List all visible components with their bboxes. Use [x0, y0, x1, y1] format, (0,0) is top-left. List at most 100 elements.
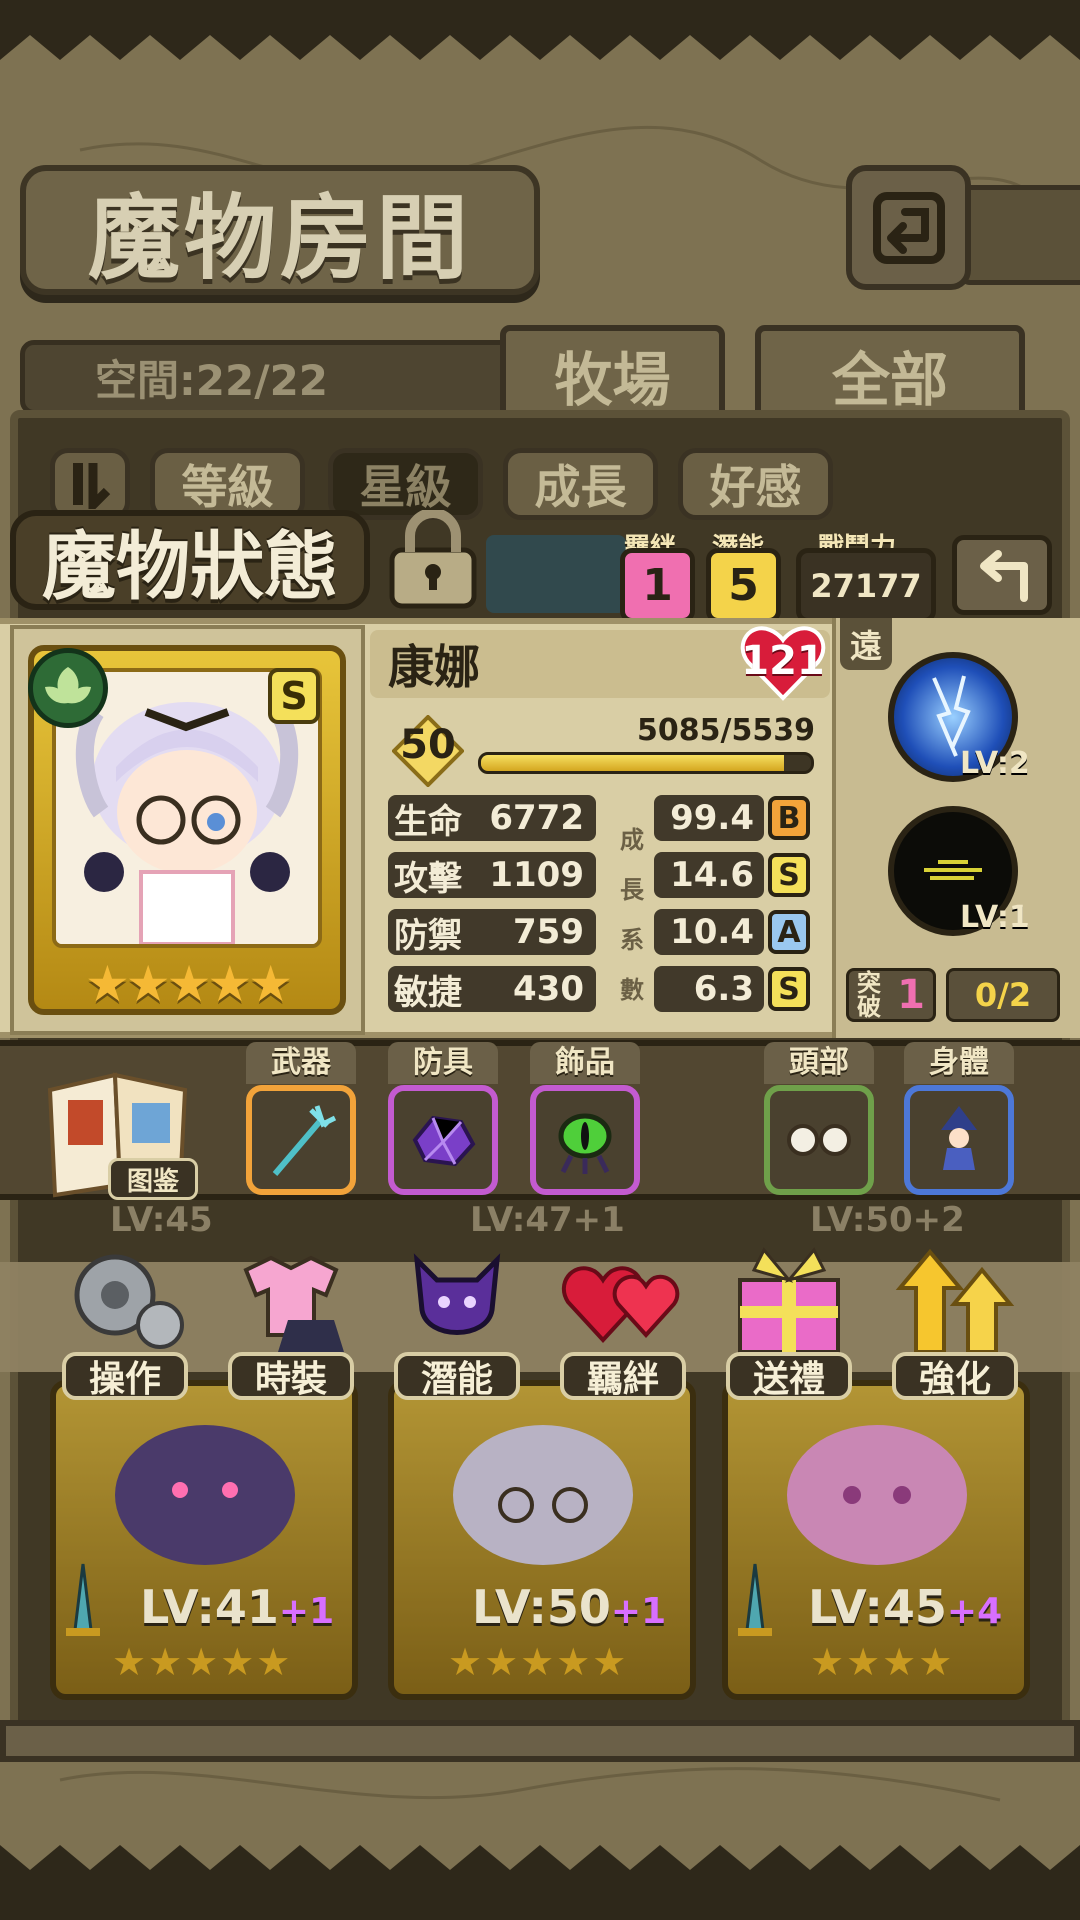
encyclopedia-label[interactable]: 图鉴	[108, 1158, 198, 1200]
growth-defense: 10.4	[654, 909, 764, 955]
equip-accessory-label: 飾品	[530, 1042, 640, 1084]
stat-value: 430	[513, 969, 584, 1009]
exp-bar-fill	[481, 755, 784, 771]
card-level-plus: +1	[278, 1591, 335, 1632]
return-arrow-icon	[872, 191, 945, 264]
gift-icon	[738, 1247, 840, 1354]
affection-value: 121	[741, 638, 825, 684]
break-value: 1	[897, 972, 925, 1018]
bond-badge[interactable]: 1	[620, 548, 695, 623]
filter-growth[interactable]: 成長	[503, 448, 658, 520]
monster-status-label: 魔物狀態	[42, 523, 338, 610]
rank-badge: S	[268, 668, 320, 724]
close-status-button[interactable]	[952, 535, 1052, 615]
card-level-text: LV:45	[808, 1580, 947, 1634]
equip-slot-accessory[interactable]	[530, 1085, 640, 1195]
card-3-stars: ★★★★	[810, 1640, 955, 1684]
growth-hp: 99.4	[654, 795, 764, 841]
equip-slot-body[interactable]	[904, 1085, 1014, 1195]
action-bond-label: 羈絆	[560, 1352, 686, 1400]
card-1-level: LV:41+1	[140, 1580, 334, 1634]
break-label-top: 突	[857, 969, 882, 997]
panel-bottom-rail	[0, 1720, 1080, 1762]
kanna-portrait-icon	[453, 1425, 633, 1565]
grade-badge-agility: S	[768, 967, 810, 1011]
action-enhance[interactable]: 強化	[890, 1240, 1020, 1400]
equip-slot-armor[interactable]	[388, 1085, 498, 1195]
demon-portrait-icon	[115, 1425, 295, 1565]
action-operate-label: 操作	[62, 1352, 188, 1400]
growth-caption-3: 系	[620, 926, 644, 954]
skill-1-level: LV:2	[960, 746, 1030, 781]
stat-label: 防禦	[394, 915, 462, 956]
action-operate[interactable]: 操作	[60, 1240, 190, 1400]
return-arrow-icon	[980, 550, 1028, 602]
potential-badge[interactable]: 5	[706, 548, 781, 623]
hearts-icon	[561, 1266, 680, 1343]
power-value: 27177	[796, 548, 936, 623]
growth-caption-2: 長	[620, 876, 644, 904]
action-enhance-label: 強化	[892, 1352, 1018, 1400]
stat-label: 敏捷	[394, 972, 462, 1013]
action-gift[interactable]: 送禮	[724, 1240, 854, 1400]
grade-badge-attack: S	[768, 853, 810, 897]
equip-armor-label: 防具	[388, 1042, 498, 1084]
upgrade-arrows-icon	[895, 1248, 1015, 1354]
demon-icon	[413, 1253, 501, 1335]
action-fashion[interactable]: 時裝	[226, 1240, 356, 1400]
stat-value: 1109	[489, 855, 584, 895]
card-level-text: LV:41	[140, 1580, 279, 1634]
outfit-icon	[243, 1255, 344, 1352]
action-gift-label: 送禮	[726, 1352, 852, 1400]
action-potential[interactable]: 潛能	[392, 1240, 522, 1400]
break-through-box[interactable]: 突 破 1	[846, 968, 936, 1022]
sword-icon	[738, 1563, 772, 1636]
equip-slot-head[interactable]	[764, 1085, 874, 1195]
monster-banner-art	[486, 535, 626, 613]
equip-body-label: 身體	[904, 1042, 1014, 1084]
stat-label: 生命	[394, 801, 462, 842]
stat-attack: 攻擊 1109	[388, 852, 596, 899]
break-label-bottom: 破	[857, 993, 882, 1021]
sword-icon	[66, 1563, 100, 1636]
card-3-level: LV:45+4	[808, 1580, 1002, 1634]
page-title: 魔物房間	[87, 183, 472, 292]
page-title-plate: 魔物房間	[20, 165, 540, 295]
grade-badge-defense: A	[768, 910, 810, 954]
break-progress: 0/2	[946, 968, 1060, 1022]
growth-caption-1: 成	[620, 826, 644, 854]
card-level-plus: +1	[610, 1591, 667, 1632]
back-button[interactable]	[846, 165, 971, 290]
growth-agility: 6.3	[654, 966, 764, 1012]
equip-weapon-label: 武器	[246, 1042, 356, 1084]
stat-defense: 防禦 759	[388, 909, 596, 956]
exp-text: 5085/5539	[637, 713, 815, 748]
action-bond[interactable]: 羈絆	[558, 1240, 688, 1400]
star-rating: ★★★★★	[84, 955, 293, 1013]
stat-hp: 生命 6772	[388, 795, 596, 842]
trident-icon	[272, 1105, 337, 1176]
card-2-stars: ★★★★★	[448, 1640, 629, 1684]
grade-badge-hp: B	[768, 796, 810, 840]
filter-affection[interactable]: 好感	[678, 448, 833, 520]
stat-value: 6772	[489, 798, 584, 838]
action-fashion-label: 時裝	[228, 1352, 354, 1400]
growth-caption-4: 數	[620, 976, 644, 1004]
glasses-icon	[787, 1124, 851, 1156]
equip-slot-weapon[interactable]	[246, 1085, 356, 1195]
stat-agility: 敏捷 430	[388, 966, 596, 1013]
skill-2-level: LV:1	[960, 900, 1030, 935]
monster-status-title: 魔物狀態	[10, 510, 370, 610]
card-2-level: LV:50+1	[472, 1580, 666, 1634]
growth-attack: 14.6	[654, 852, 764, 898]
crystal-armor-icon	[412, 1115, 476, 1167]
action-potential-label: 潛能	[394, 1352, 520, 1400]
space-counter: 空間:22/22	[20, 340, 520, 415]
stat-value: 759	[513, 912, 584, 952]
stat-label: 攻擊	[394, 858, 462, 899]
equip-head-label: 頭部	[764, 1042, 874, 1084]
grass-element-icon	[28, 648, 108, 728]
exp-bar	[478, 752, 814, 774]
pink-girl-portrait-icon	[787, 1425, 967, 1565]
lock-icon[interactable]	[388, 510, 478, 610]
